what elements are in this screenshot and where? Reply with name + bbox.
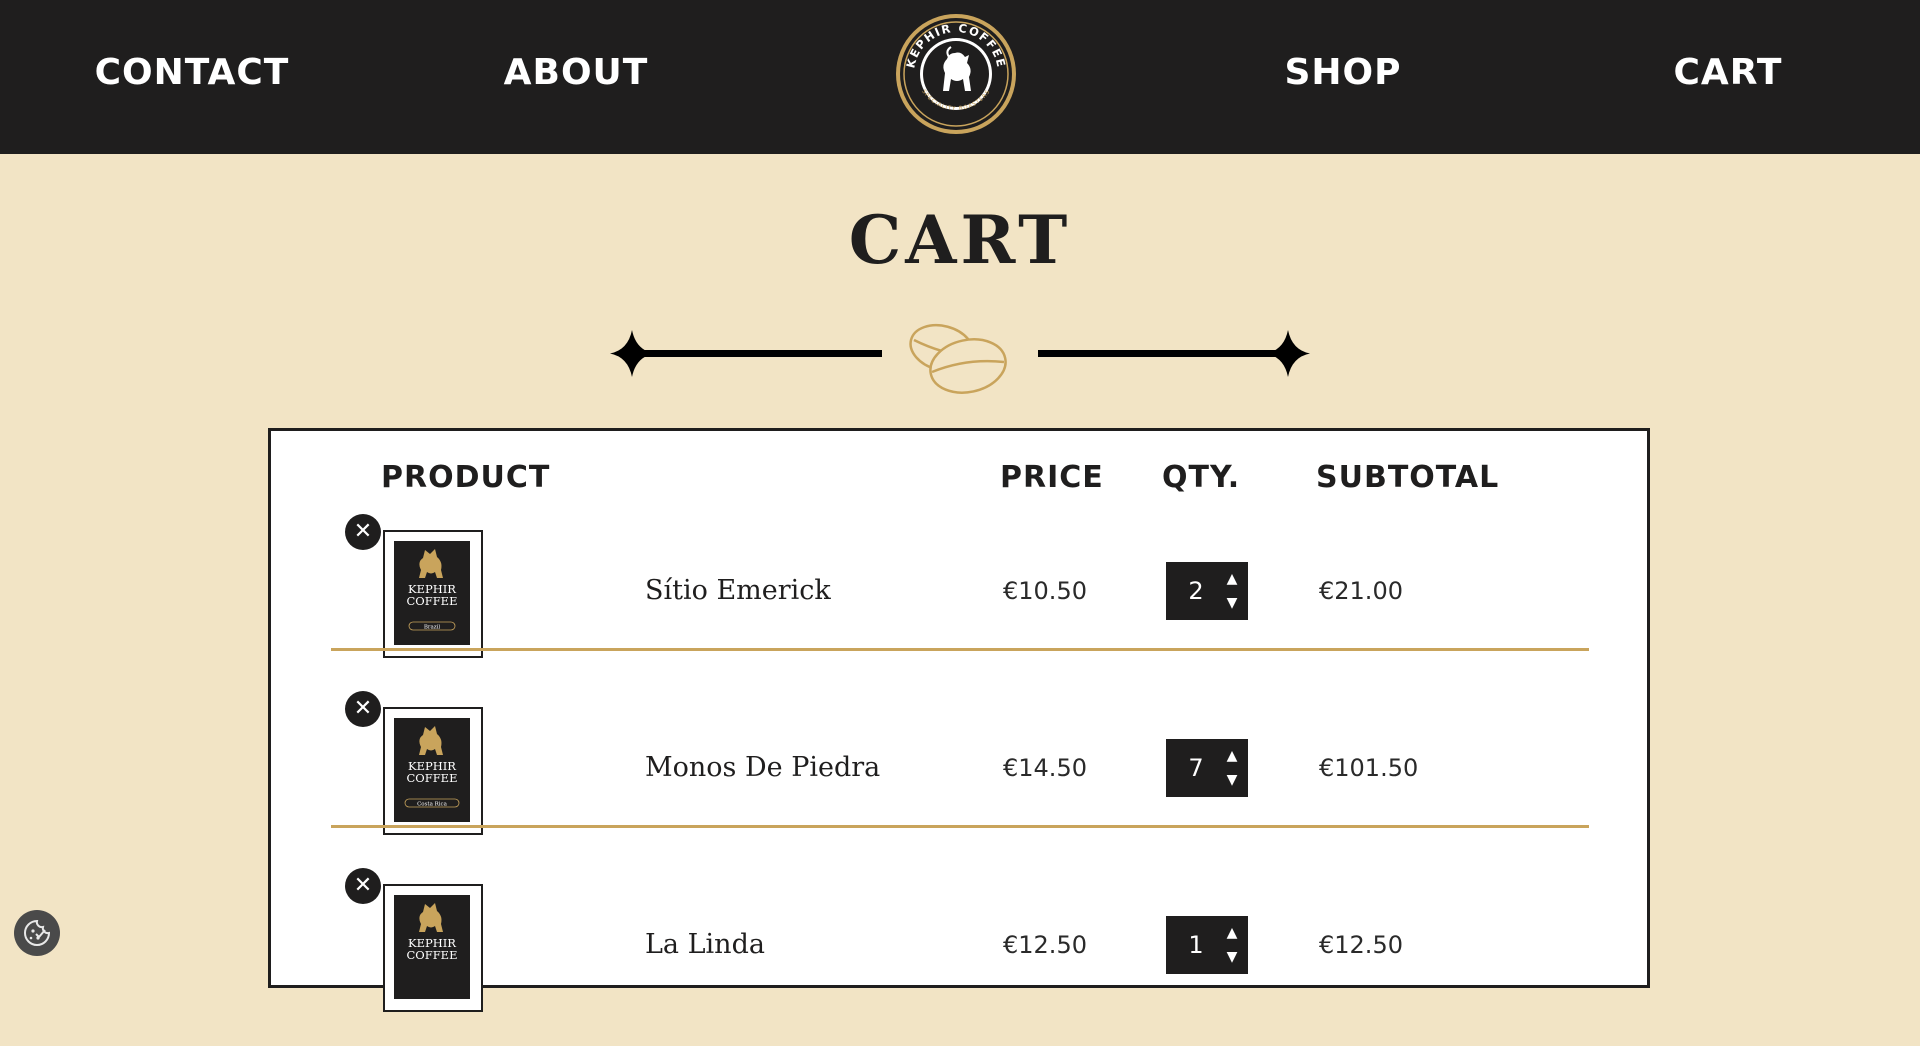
product-price: €12.50 <box>1003 931 1087 959</box>
header-product: PRODUCT <box>381 460 551 495</box>
close-icon: ✕ <box>353 519 373 544</box>
cart-row: ✕ KEPHIR COFFEE Brazil Sítio Emerick €10… <box>0 514 1920 692</box>
header-subtotal: SUBTOTAL <box>1316 460 1500 495</box>
product-subtotal: €21.00 <box>1319 577 1403 605</box>
product-thumbnail[interactable]: KEPHIR COFFEE Costa Rica <box>383 707 483 835</box>
nav-contact-link[interactable]: CONTACT <box>42 50 342 96</box>
coffee-bag-image: KEPHIR COFFEE <box>394 895 470 999</box>
product-thumbnail[interactable]: KEPHIR COFFEE Brazil <box>383 530 483 658</box>
coffee-bag-image: KEPHIR COFFEE Costa Rica <box>394 718 470 822</box>
header-qty: QTY. <box>1162 460 1241 495</box>
product-thumbnail[interactable]: KEPHIR COFFEE <box>383 884 483 1012</box>
nav-about-link[interactable]: ABOUT <box>426 50 726 96</box>
cookie-settings-button[interactable] <box>14 910 60 956</box>
page-title: CART <box>848 201 1072 279</box>
product-subtotal: €12.50 <box>1319 931 1403 959</box>
cart-row: ✕ KEPHIR COFFEE Costa Rica Monos De Pied… <box>0 691 1920 869</box>
cart-row: ✕ KEPHIR COFFEE La Linda €12.50 1 ▲ ▼ €1… <box>0 868 1920 1046</box>
bag-origin-label: Brazil <box>424 625 441 631</box>
quantity-stepper[interactable]: 7 ▲ ▼ <box>1166 739 1248 797</box>
quantity-value[interactable]: 1 <box>1174 916 1218 974</box>
arrow-down-icon[interactable]: ▼ <box>1222 769 1242 791</box>
product-name[interactable]: Sítio Emerick <box>645 574 831 608</box>
divider-left-line <box>610 330 882 377</box>
bag-origin-label: Costa Rica <box>417 802 448 808</box>
remove-item-button[interactable]: ✕ <box>345 514 381 550</box>
bag-brand-line2: COFFEE <box>407 771 458 785</box>
arrow-up-icon[interactable]: ▲ <box>1222 922 1242 944</box>
arrow-down-icon[interactable]: ▼ <box>1222 946 1242 968</box>
nav-cart-link[interactable]: CART <box>1578 50 1878 96</box>
row-divider <box>331 648 1589 651</box>
remove-item-button[interactable]: ✕ <box>345 868 381 904</box>
quantity-stepper[interactable]: 2 ▲ ▼ <box>1166 562 1248 620</box>
coffee-beans-icon <box>909 323 1007 394</box>
cookie-settings-icon <box>24 919 51 946</box>
header-price: PRICE <box>1000 460 1104 495</box>
top-navigation: CONTACT ABOUT KEPHIR COFFEE SPECIALITY R… <box>0 0 1920 154</box>
quantity-value[interactable]: 7 <box>1174 739 1218 797</box>
product-subtotal: €101.50 <box>1319 754 1419 782</box>
remove-item-button[interactable]: ✕ <box>345 691 381 727</box>
product-price: €14.50 <box>1003 754 1087 782</box>
close-icon: ✕ <box>353 873 373 898</box>
product-price: €10.50 <box>1003 577 1087 605</box>
arrow-up-icon[interactable]: ▲ <box>1222 568 1242 590</box>
bag-brand-line2: COFFEE <box>407 948 458 962</box>
product-name[interactable]: Monos De Piedra <box>645 751 880 785</box>
divider-right-line <box>1038 330 1310 377</box>
arrow-down-icon[interactable]: ▼ <box>1222 592 1242 614</box>
row-divider <box>331 825 1589 828</box>
quantity-stepper[interactable]: 1 ▲ ▼ <box>1166 916 1248 974</box>
coffee-bag-image: KEPHIR COFFEE Brazil <box>394 541 470 645</box>
nav-shop-link[interactable]: SHOP <box>1193 50 1493 96</box>
bag-brand-line2: COFFEE <box>407 594 458 608</box>
arrow-up-icon[interactable]: ▲ <box>1222 745 1242 767</box>
coffee-beans-divider <box>610 323 1310 394</box>
kephir-coffee-logo[interactable]: KEPHIR COFFEE SPECIALITY ROASTERS <box>895 13 1017 135</box>
product-name[interactable]: La Linda <box>645 928 765 962</box>
close-icon: ✕ <box>353 696 373 721</box>
quantity-value[interactable]: 2 <box>1174 562 1218 620</box>
